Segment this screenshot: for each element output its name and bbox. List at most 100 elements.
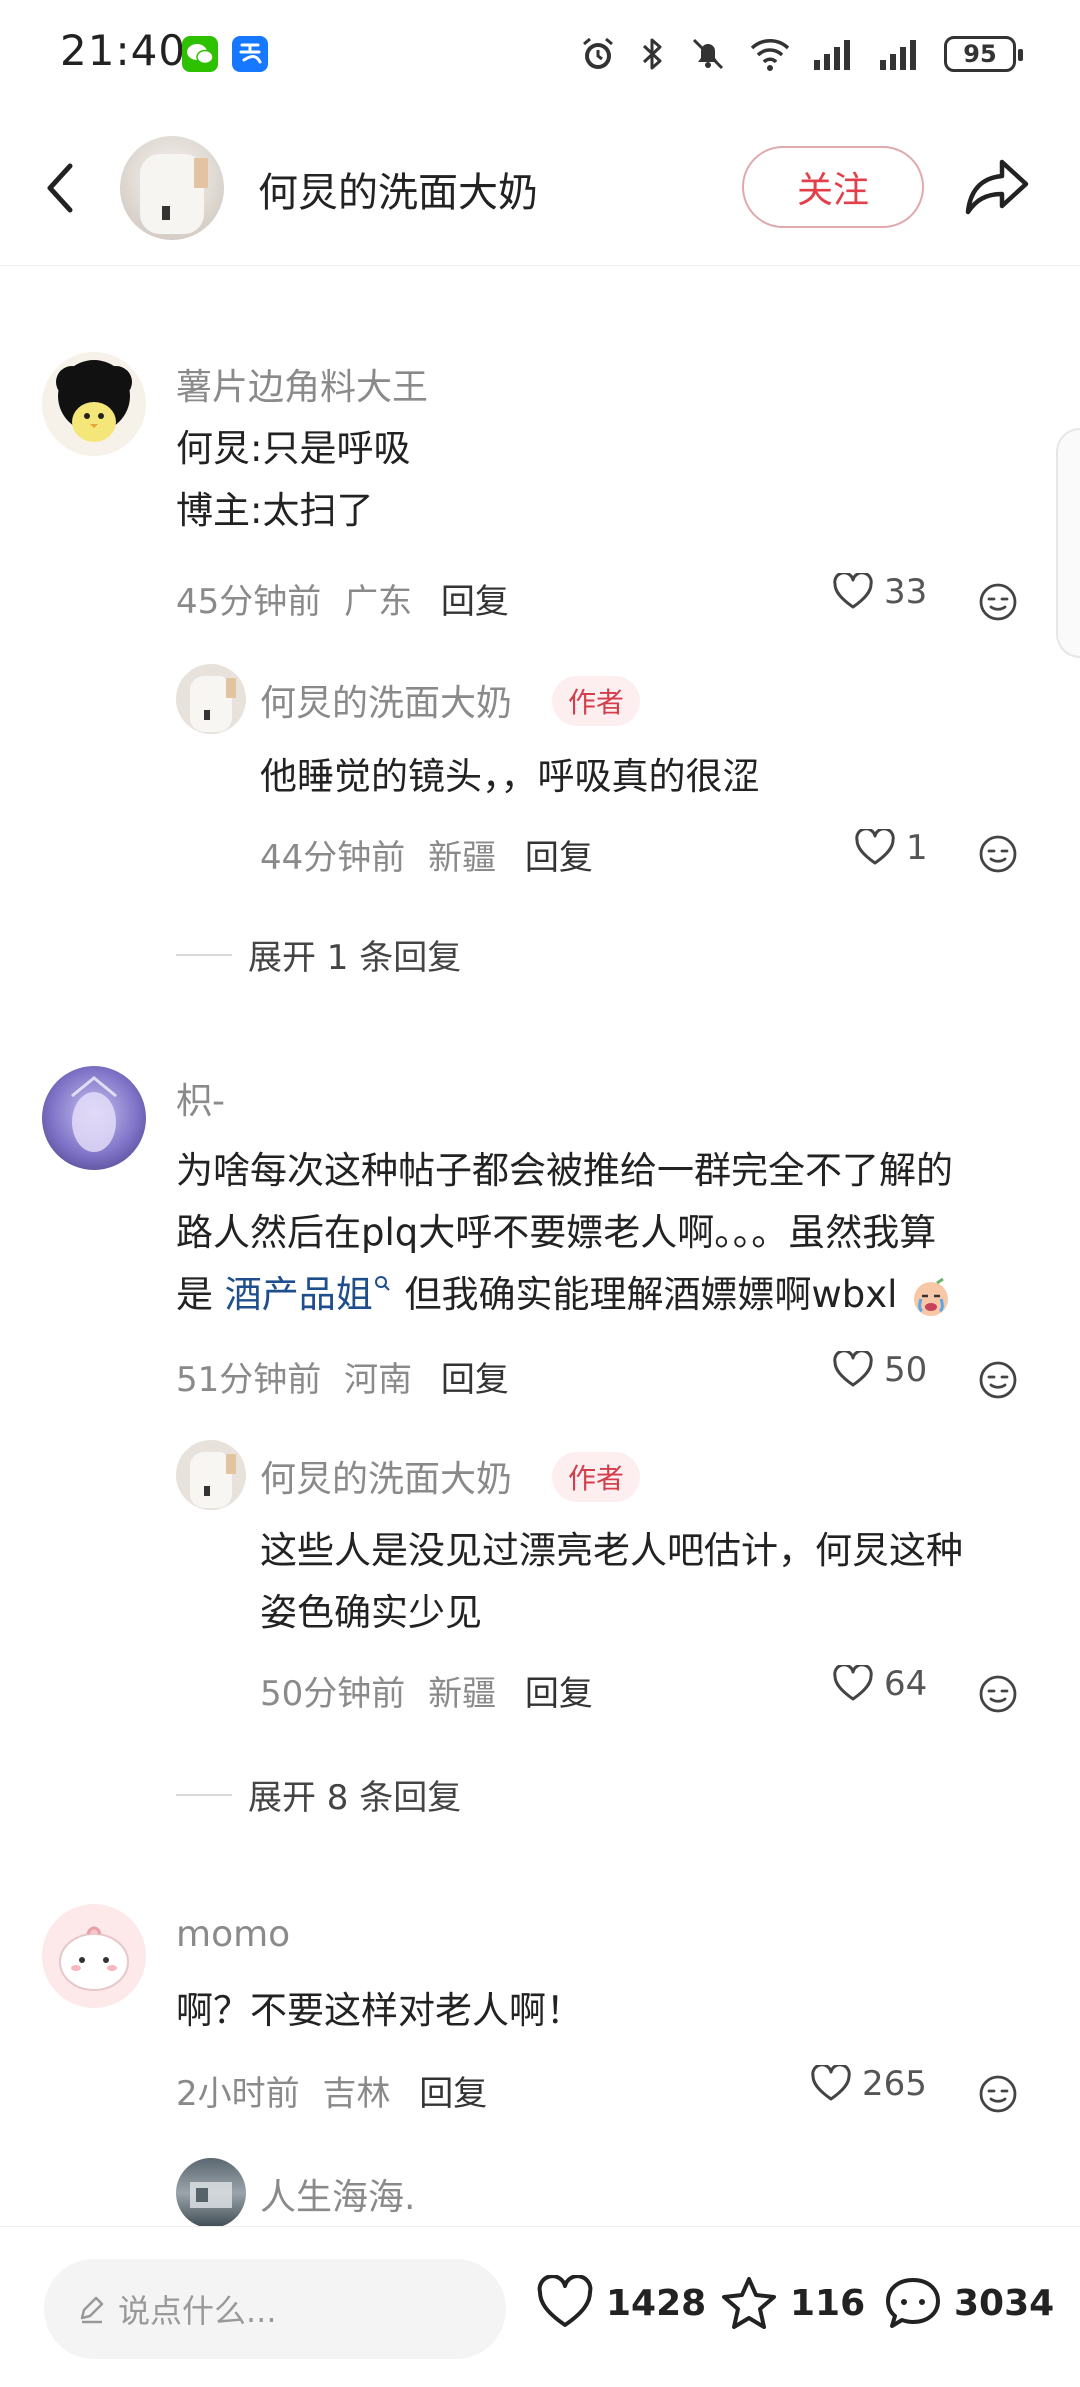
reply-location: 新疆 bbox=[428, 838, 497, 878]
reply-meta: 44分钟前 新疆 回复 bbox=[260, 830, 593, 879]
comment-text: 为啥每次这种帖子都会被推给一群完全不了解的 路人然后在plq大呼不要嫖老人啊。。… bbox=[176, 1140, 1046, 1326]
like-button[interactable]: 50 bbox=[832, 1350, 927, 1390]
topic-mention-link[interactable]: 酒产品姐 bbox=[225, 1273, 373, 1316]
reply-line: 他睡觉的镜头，，呼吸真的很涩 bbox=[260, 755, 760, 798]
alarm-icon bbox=[583, 37, 613, 69]
status-time: 21:40 bbox=[60, 26, 187, 75]
reply-avatar[interactable] bbox=[176, 664, 246, 734]
reaction-emoji-icon[interactable] bbox=[976, 580, 1020, 624]
reply-avatar[interactable] bbox=[176, 2158, 246, 2228]
share-icon bbox=[965, 159, 1029, 215]
reaction-emoji-icon[interactable] bbox=[976, 1358, 1020, 1402]
heart-icon bbox=[537, 2275, 593, 2327]
author-tag: 作者 bbox=[552, 1452, 641, 1502]
reply-line: 这些人是没见过漂亮老人吧估计，何炅这种 bbox=[260, 1529, 963, 1572]
reply-button[interactable]: 回复 bbox=[525, 1674, 593, 1714]
chevron-left-icon bbox=[47, 163, 73, 213]
search-icon[interactable] bbox=[373, 1274, 393, 1294]
scroll-handle[interactable] bbox=[1056, 428, 1080, 658]
signal-icon-2 bbox=[880, 40, 916, 70]
comment-line: 博主:太扫了 bbox=[176, 489, 374, 532]
reply-location: 新疆 bbox=[428, 1674, 497, 1714]
reaction-emoji-icon[interactable] bbox=[976, 1672, 1020, 1716]
post-collect-count: 116 bbox=[790, 2282, 866, 2324]
like-button[interactable]: 1 bbox=[854, 828, 928, 868]
comment-input-placeholder: 说点什么... bbox=[118, 2292, 277, 2330]
battery-indicator: 95 bbox=[944, 36, 1023, 72]
like-count: 50 bbox=[884, 1350, 928, 1390]
post-like-count: 1428 bbox=[606, 2282, 707, 2324]
heart-icon bbox=[811, 2065, 851, 2101]
author-name[interactable]: 何炅的洗面大奶 bbox=[258, 160, 538, 218]
like-count: 64 bbox=[884, 1664, 928, 1704]
post-comment-count: 3034 bbox=[954, 2282, 1055, 2324]
status-bar: 21:40 95 bbox=[0, 0, 1080, 110]
reply-button[interactable]: 回复 bbox=[525, 838, 593, 878]
comment-text: 何炅:只是呼吸 博主:太扫了 bbox=[176, 418, 410, 542]
comment-meta: 45分钟前 广东 回复 bbox=[176, 574, 509, 623]
reply-button[interactable]: 回复 bbox=[419, 2074, 487, 2114]
wechat-notification-icon bbox=[182, 36, 218, 72]
post-collect-button[interactable]: 116 bbox=[720, 2275, 865, 2331]
reply-author-name[interactable]: 何炅的洗面大奶 bbox=[260, 674, 512, 726]
comment-meta: 2小时前 吉林 回复 bbox=[176, 2066, 487, 2115]
commenter-avatar[interactable] bbox=[42, 1904, 146, 2008]
comment-line: 啊？不要这样对老人啊！ bbox=[176, 1989, 583, 2032]
commenter-avatar[interactable] bbox=[42, 1066, 146, 1170]
author-avatar[interactable] bbox=[120, 136, 224, 240]
comment-location: 河南 bbox=[344, 1360, 413, 1400]
wifi-icon bbox=[750, 39, 790, 71]
comment-line: 是 酒产品姐 但我确实能理解酒嫖嫖啊wbxl bbox=[176, 1264, 1046, 1326]
reply-text: 他睡觉的镜头，，呼吸真的很涩 bbox=[260, 746, 760, 808]
comment-time: 45分钟前 bbox=[176, 582, 322, 622]
like-button[interactable]: 33 bbox=[832, 572, 927, 612]
share-button[interactable] bbox=[962, 154, 1032, 220]
commenter-name[interactable]: 枳- bbox=[176, 1072, 225, 1124]
pencil-icon bbox=[80, 2296, 104, 2324]
reply-text: 这些人是没见过漂亮老人吧估计，何炅这种 姿色确实少见 bbox=[260, 1520, 963, 1644]
bottom-action-bar: 说点什么... 1428 116 3034 bbox=[0, 2226, 1080, 2387]
reply-time: 50分钟前 bbox=[260, 1674, 406, 1714]
reply-avatar[interactable] bbox=[176, 1440, 246, 1510]
post-header: 何炅的洗面大奶 关注 bbox=[0, 110, 1080, 266]
comment-time: 2小时前 bbox=[176, 2074, 300, 2114]
reply-author-name[interactable]: 人生海海. bbox=[260, 2168, 415, 2220]
heart-icon bbox=[833, 573, 873, 609]
post-comment-button[interactable]: 3034 bbox=[884, 2275, 1054, 2331]
comment-line: 路人然后在plq大呼不要嫖老人啊。。。虽然我算 bbox=[176, 1211, 937, 1254]
author-tag: 作者 bbox=[552, 676, 641, 726]
follow-button[interactable]: 关注 bbox=[742, 146, 924, 228]
post-like-button[interactable]: 1428 bbox=[536, 2275, 706, 2331]
crying-emoji-icon bbox=[914, 1277, 949, 1316]
back-button[interactable] bbox=[36, 158, 86, 218]
like-button[interactable]: 265 bbox=[810, 2064, 927, 2104]
reply-button[interactable]: 回复 bbox=[441, 582, 509, 622]
comment-time: 51分钟前 bbox=[176, 1360, 322, 1400]
like-count: 1 bbox=[906, 828, 928, 868]
alipay-notification-icon bbox=[232, 36, 268, 72]
commenter-name[interactable]: momo bbox=[176, 1914, 290, 1955]
heart-icon bbox=[855, 829, 895, 865]
commenter-name[interactable]: 薯片边角料大王 bbox=[176, 358, 428, 410]
expand-replies-button[interactable]: 展开 1 条回复 bbox=[176, 930, 461, 979]
mute-icon bbox=[692, 38, 724, 70]
expand-label[interactable]: 展开 1 条回复 bbox=[248, 930, 461, 979]
reply-author-name[interactable]: 何炅的洗面大奶 bbox=[260, 1450, 512, 1502]
expand-replies-button[interactable]: 展开 8 条回复 bbox=[176, 1770, 461, 1819]
reaction-emoji-icon[interactable] bbox=[976, 832, 1020, 876]
expand-label[interactable]: 展开 8 条回复 bbox=[248, 1770, 461, 1819]
reply-line: 姿色确实少见 bbox=[260, 1591, 482, 1634]
like-count: 33 bbox=[884, 572, 928, 612]
reply-button[interactable]: 回复 bbox=[441, 1360, 509, 1400]
like-count: 265 bbox=[862, 2064, 927, 2104]
reaction-emoji-icon[interactable] bbox=[976, 2072, 1020, 2116]
heart-icon bbox=[833, 1351, 873, 1387]
chat-bubble-icon bbox=[886, 2278, 940, 2328]
comment-text: 啊？不要这样对老人啊！ bbox=[176, 1980, 583, 2042]
expand-divider bbox=[176, 953, 232, 956]
like-button[interactable]: 64 bbox=[832, 1664, 927, 1704]
heart-icon bbox=[833, 1665, 873, 1701]
signal-icon-1 bbox=[814, 40, 850, 70]
comment-input[interactable]: 说点什么... bbox=[44, 2259, 506, 2359]
commenter-avatar[interactable] bbox=[42, 352, 146, 456]
